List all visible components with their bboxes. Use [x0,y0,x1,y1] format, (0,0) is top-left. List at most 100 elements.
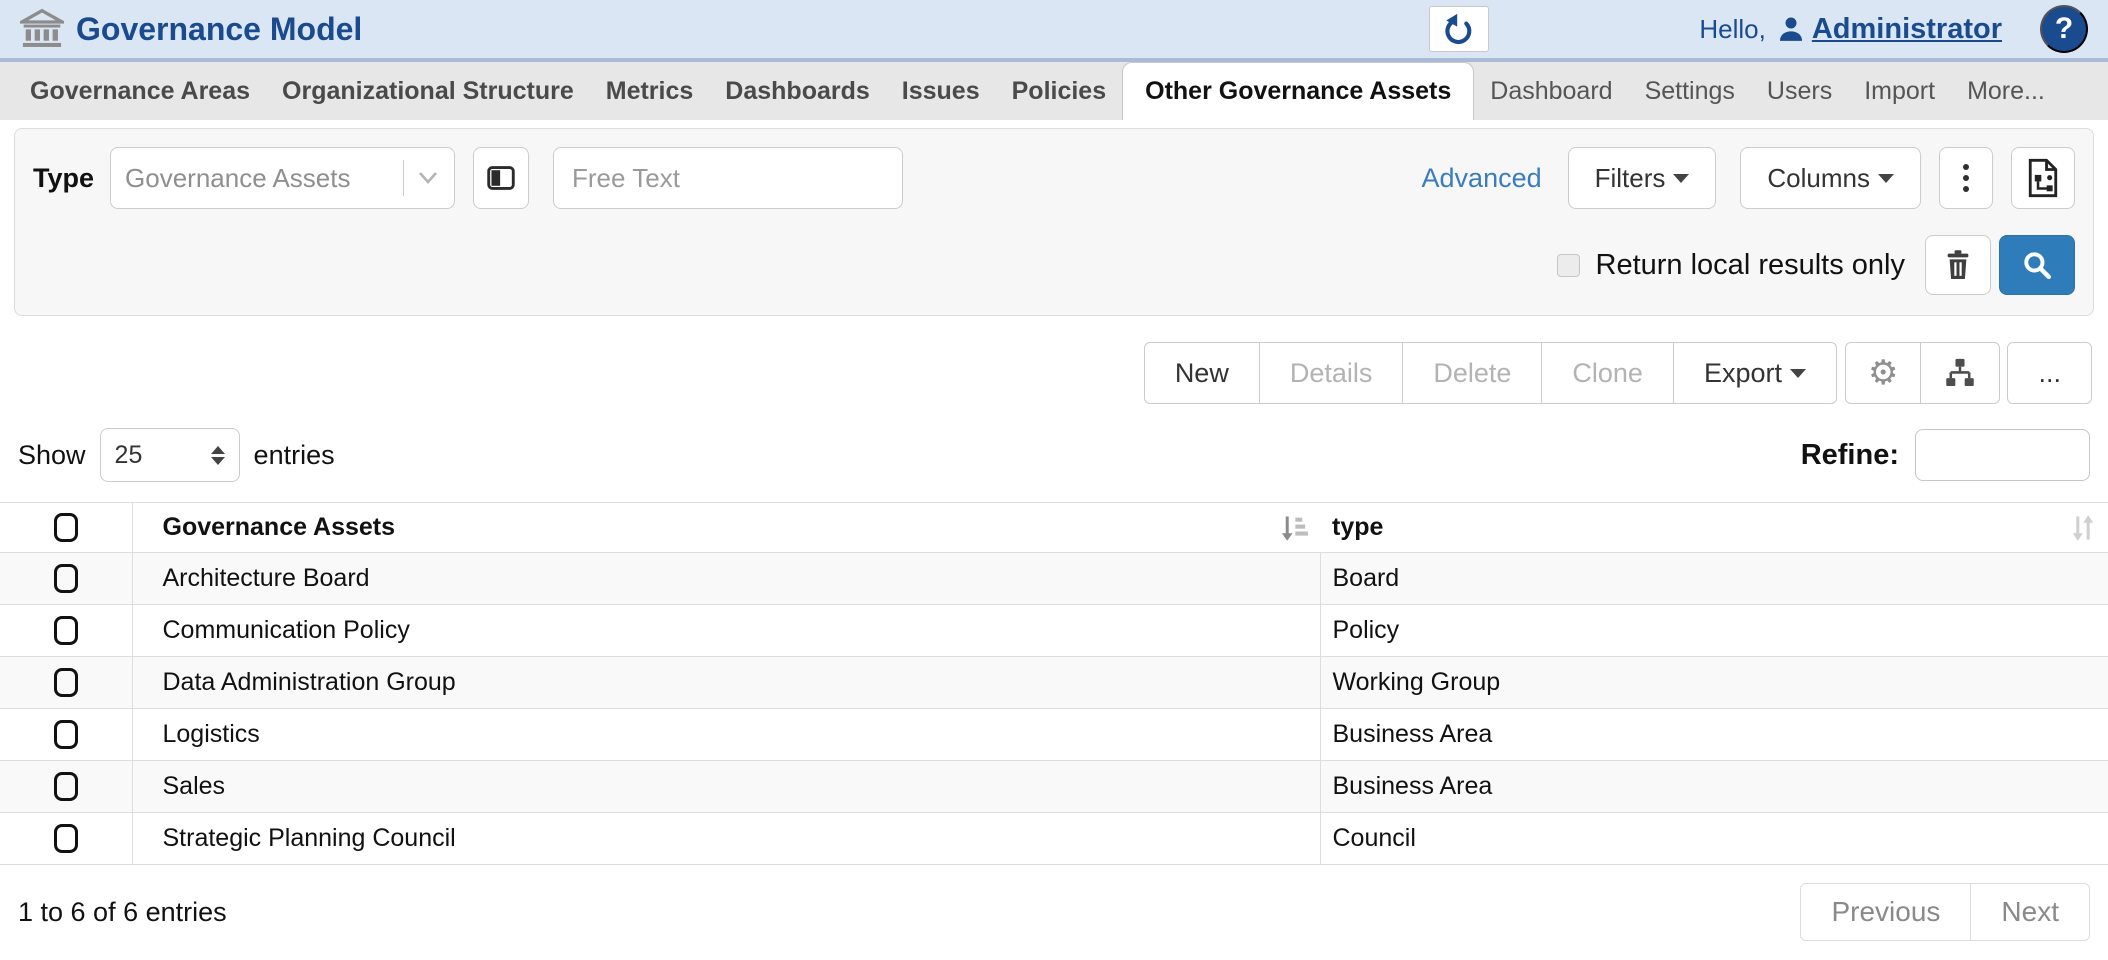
chevron-down-icon [416,170,440,186]
select-all-checkbox[interactable] [54,513,78,542]
details-button[interactable]: Details [1259,342,1404,404]
hierarchy-view-button[interactable] [1920,342,2000,404]
caret-down-icon [1790,369,1806,378]
app-window: Governance Model Hello, [0,0,2108,960]
tab-metrics[interactable]: Metrics [590,62,710,120]
page-size-value: 25 [115,441,211,470]
user-icon [1776,14,1806,44]
next-page-button[interactable]: Next [1970,883,2090,941]
current-user-link[interactable]: Administrator [1776,13,2002,46]
clone-button[interactable]: Clone [1541,342,1674,404]
filter-actions: Advanced Filters Columns [1422,147,2075,209]
page-size-select[interactable]: 25 [100,428,240,482]
list-controls: Show 25 entries Refine: [0,404,2108,482]
tab-settings[interactable]: Settings [1629,62,1751,120]
cell-type: Council [1320,813,2108,865]
filter-row-top: Type Governance Assets [33,147,2075,209]
tab-dashboard[interactable]: Dashboard [1474,62,1628,120]
refine-control: Refine: [1801,429,2090,481]
row-checkbox[interactable] [54,772,78,801]
view-tools-group: ⚙ [1845,342,2000,404]
column-label: Governance Assets [163,513,1279,542]
free-text-input[interactable] [553,147,903,209]
entries-info: 1 to 6 of 6 entries [18,897,227,928]
columns-button[interactable]: Columns [1740,147,1921,209]
settings-gear-button[interactable]: ⚙ [1845,342,1921,404]
row-checkbox[interactable] [54,564,78,593]
page-title: Governance Model [76,11,362,48]
search-icon [2020,248,2054,282]
cell-type: Business Area [1320,761,2108,813]
results-table: Governance Assets [0,502,2108,865]
local-results-checkbox[interactable] [1557,254,1580,277]
caret-down-icon [1673,174,1689,183]
refine-label: Refine: [1801,439,1899,472]
app-header: Governance Model Hello, [0,0,2108,62]
table-row[interactable]: Strategic Planning Council Council [0,813,2108,865]
undo-button[interactable] [1429,6,1489,52]
table-columns-icon [486,165,516,191]
cell-type: Working Group [1320,657,2108,709]
table-row[interactable]: Logistics Business Area [0,709,2108,761]
row-checkbox[interactable] [54,720,78,749]
record-toolbar: New Details Delete Clone Export ⚙ [0,316,2108,404]
tab-dashboards[interactable]: Dashboards [709,62,885,120]
tab-more[interactable]: More... [1951,62,2061,120]
row-checkbox[interactable] [54,668,78,697]
tab-other-governance-assets[interactable]: Other Governance Assets [1122,62,1474,120]
filters-button[interactable]: Filters [1568,147,1717,209]
export-button-label: Export [1704,358,1782,389]
bank-icon [20,8,64,50]
export-button[interactable]: Export [1673,342,1837,404]
more-actions-button[interactable]: ... [2007,342,2092,404]
row-checkbox[interactable] [54,616,78,645]
table-row[interactable]: Architecture Board Board [0,553,2108,605]
new-button[interactable]: New [1144,342,1260,404]
cell-type: Board [1320,553,2108,605]
search-button[interactable] [1999,235,2075,295]
column-header-governance-assets[interactable]: Governance Assets [132,503,1320,553]
cell-type: Business Area [1320,709,2108,761]
select-all-header [0,503,132,553]
cell-governance-asset: Architecture Board [132,553,1320,605]
help-button[interactable]: ? [2040,5,2088,53]
row-checkbox[interactable] [54,824,78,853]
advanced-link[interactable]: Advanced [1422,163,1542,194]
export-report-button[interactable] [2011,147,2075,209]
previous-page-button[interactable]: Previous [1800,883,1971,941]
column-label: type [1332,513,2070,542]
cell-type: Policy [1320,605,2108,657]
more-options-button[interactable] [1939,147,1993,209]
column-header-type[interactable]: type [1320,503,2108,553]
trash-icon [1943,249,1973,281]
tab-organizational-structure[interactable]: Organizational Structure [266,62,590,120]
table-header-row: Governance Assets [0,503,2108,553]
caret-down-icon [1878,174,1894,183]
gear-icon: ⚙ [1868,356,1898,390]
tab-issues[interactable]: Issues [886,62,996,120]
current-user-name: Administrator [1812,13,2002,46]
show-label: Show [18,440,86,471]
filter-row-bottom: Return local results only [33,235,2075,295]
tab-governance-areas[interactable]: Governance Areas [14,62,266,120]
tab-import[interactable]: Import [1848,62,1951,120]
type-select[interactable]: Governance Assets [110,147,455,209]
delete-button[interactable]: Delete [1402,342,1542,404]
table-row[interactable]: Sales Business Area [0,761,2108,813]
org-chart-icon [1943,357,1977,389]
select-divider [403,160,404,196]
table-row[interactable]: Data Administration Group Working Group [0,657,2108,709]
tab-policies[interactable]: Policies [996,62,1123,120]
main-nav: Governance Areas Organizational Structur… [0,62,2108,120]
undo-icon [1442,12,1476,46]
local-results-label: Return local results only [1596,249,1905,282]
search-filter-panel: Type Governance Assets [14,128,2094,316]
app-brand: Governance Model [20,8,362,50]
refine-input[interactable] [1915,429,2090,481]
clear-search-button[interactable] [1925,235,1991,295]
table-row[interactable]: Communication Policy Policy [0,605,2108,657]
tab-users[interactable]: Users [1751,62,1848,120]
type-browse-button[interactable] [473,147,529,209]
greeting-text: Hello, [1699,14,1765,45]
entries-label: entries [254,440,335,471]
